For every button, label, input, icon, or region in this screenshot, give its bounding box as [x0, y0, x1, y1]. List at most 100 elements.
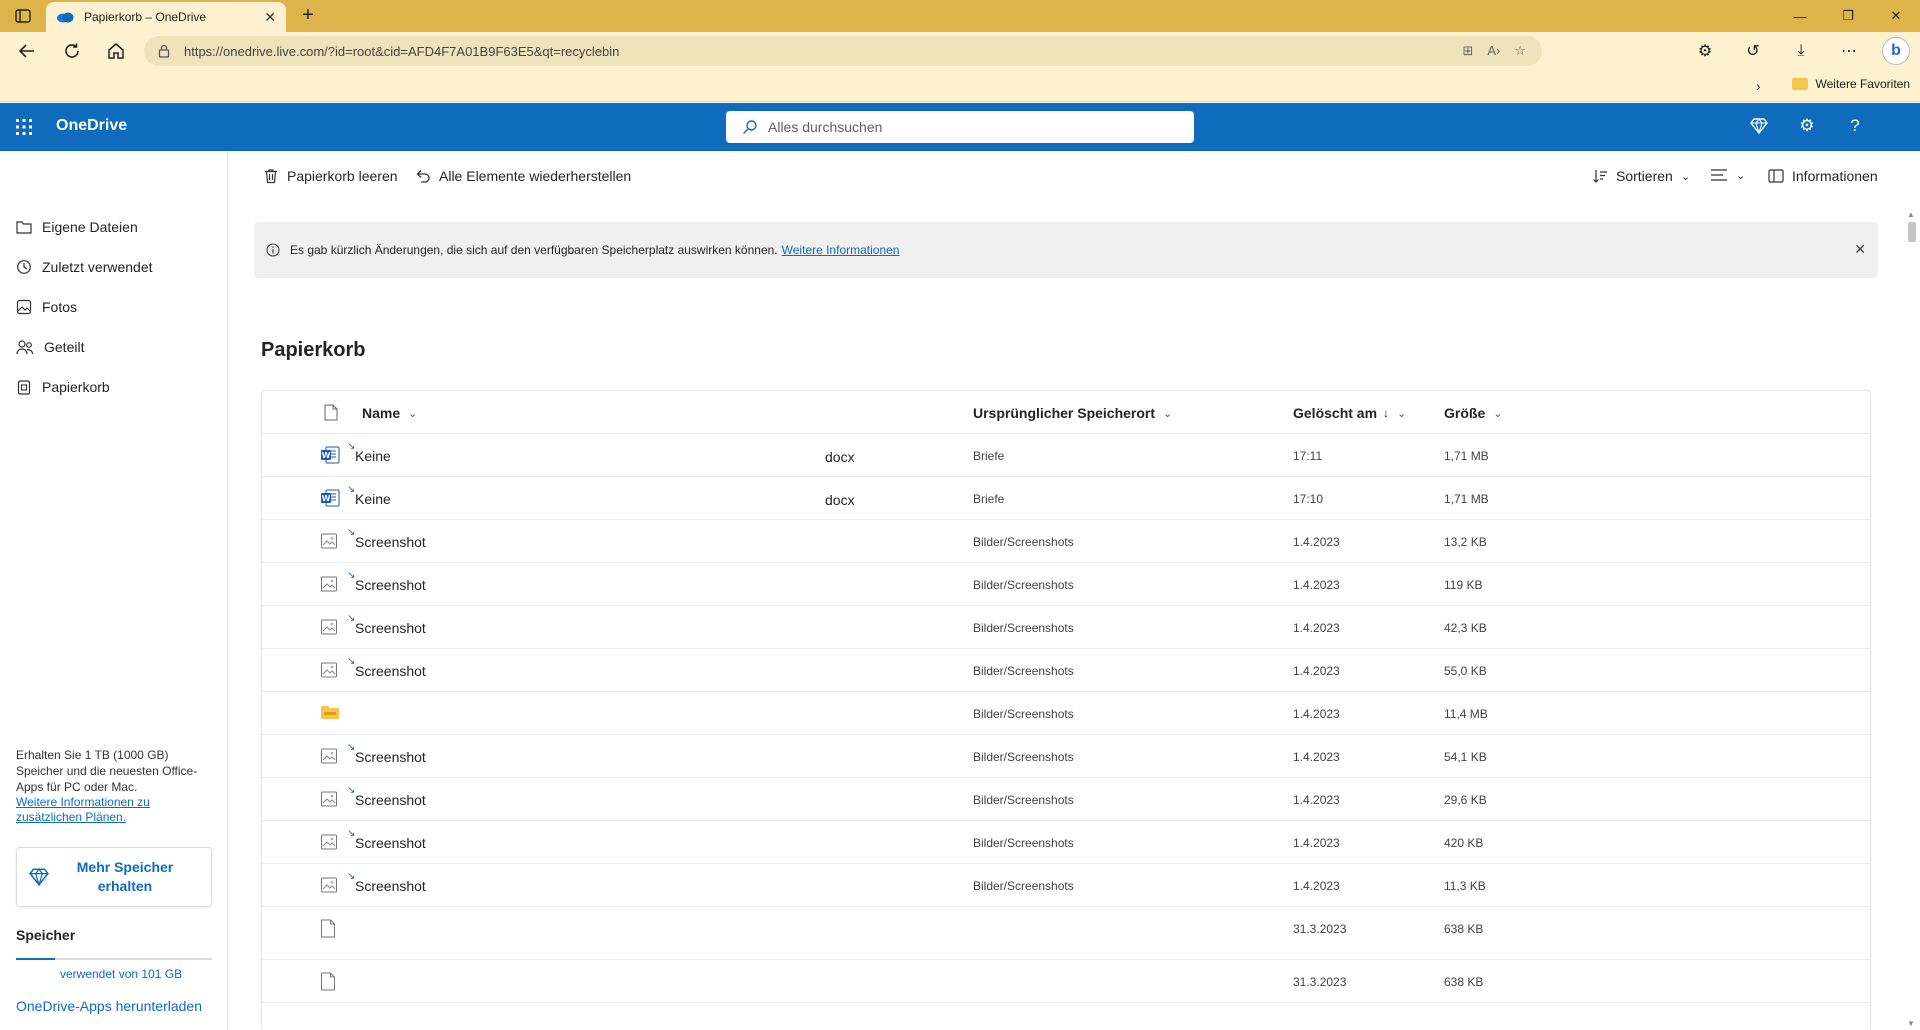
info-pane-button[interactable]: Informationen [1768, 168, 1878, 184]
file-size: 42,3 KB [1444, 621, 1487, 635]
premium-diamond-icon[interactable] [1748, 115, 1770, 137]
brand-title[interactable]: OneDrive [56, 117, 127, 135]
column-header-location[interactable]: Ursprünglicher Speicherort ⌄ [973, 405, 1172, 421]
original-location: Bilder/Screenshots [973, 879, 1074, 893]
read-aloud-icon[interactable]: A› [1487, 43, 1500, 59]
page-scrollbar[interactable]: ▲ ▼ [1906, 210, 1918, 1030]
table-row[interactable]: W ↘ Keine docx Briefe 17:10 1,71 MB [262, 477, 1870, 520]
nav-item-recycle-bin[interactable]: Papierkorb [16, 373, 110, 401]
column-header-name[interactable]: Name ⌄ [362, 405, 417, 421]
scrollbar-thumb[interactable] [1908, 222, 1916, 242]
word-document-icon: W [320, 489, 340, 507]
back-icon[interactable] [12, 37, 42, 65]
promo-link[interactable]: Weitere Informationen zu zusätzlichen Pl… [16, 795, 212, 825]
restore-icon[interactable]: ❐ [1824, 0, 1872, 32]
browser-address-row: https://onedrive.live.com/?id=root&cid=A… [0, 32, 1920, 70]
nav-item-my-files[interactable]: Eigene Dateien [16, 213, 138, 241]
search-input[interactable]: Alles durchsuchen [726, 111, 1194, 143]
restore-all-button[interactable]: Alle Elemente wiederherstellen [415, 168, 631, 184]
nav-item-recent[interactable]: Zuletzt verwendet [16, 253, 153, 281]
info-icon [266, 243, 280, 257]
bing-copilot-icon[interactable]: b [1882, 37, 1910, 65]
table-row[interactable]: ↘ Screenshot Bilder/Screenshots 1.4.2023 55,… [262, 649, 1870, 692]
image-file-icon [320, 661, 338, 679]
image-file-icon [320, 532, 338, 550]
file-size: 1,71 MB [1444, 492, 1489, 506]
download-apps-link[interactable]: OneDrive-Apps herunterladen [16, 998, 202, 1014]
minimize-icon[interactable]: — [1776, 0, 1824, 32]
scroll-down-icon[interactable]: ▼ [1907, 1019, 1915, 1028]
scroll-up-icon[interactable]: ▲ [1907, 210, 1915, 219]
file-name[interactable]: Keine [355, 448, 391, 464]
home-icon[interactable] [101, 37, 131, 65]
help-icon[interactable]: ? [1844, 115, 1866, 137]
table-row[interactable]: ↘ Screenshot Bilder/Screenshots 1.4.2023 42,… [262, 606, 1870, 649]
tab-close-icon[interactable]: ✕ [264, 9, 276, 26]
table-row[interactable]: ↘ Screenshot Bilder/Screenshots 1.4.2023 11,… [262, 864, 1870, 907]
new-tab-icon[interactable]: + [296, 5, 320, 27]
app-launcher-icon[interactable] [14, 117, 34, 137]
list-header: Name ⌄ Ursprünglicher Speicherort ⌄ Gelösc… [262, 391, 1870, 434]
file-name[interactable]: Screenshot [355, 749, 426, 765]
notification-banner: Es gab kürzlich Änderungen, die sich auf… [254, 222, 1878, 278]
table-row[interactable]: ↘ Screenshot Bilder/Screenshots 1.4.2023 13,… [262, 520, 1870, 563]
storage-usage-text[interactable]: verwendet von 101 GB [60, 967, 182, 981]
table-row[interactable]: ↘ Screenshot Bilder/Screenshots 1.4.2023 119… [262, 563, 1870, 606]
more-storage-button[interactable]: Mehr Speicher erhalten [16, 847, 212, 907]
add-favorite-icon[interactable]: ☆ [1514, 43, 1526, 59]
empty-recycle-bin-button[interactable]: Papierkorb leeren [263, 168, 398, 184]
zip-folder-icon [320, 704, 340, 720]
storage-title[interactable]: Speicher [16, 927, 75, 943]
file-name[interactable]: Screenshot [355, 663, 426, 679]
column-header-deleted[interactable]: Gelöscht am ↓ ⌄ [1293, 405, 1406, 421]
file-name[interactable]: Keine [355, 491, 391, 507]
table-row[interactable]: 31.3.2023 638 KB [262, 907, 1870, 960]
column-header-size[interactable]: Größe ⌄ [1444, 405, 1502, 421]
browser-tab-active[interactable]: Papierkorb – OneDrive ✕ [46, 2, 286, 32]
nav-item-photos[interactable]: Fotos [16, 293, 77, 321]
svg-text:W: W [322, 451, 331, 460]
file-name[interactable]: Screenshot [355, 577, 426, 593]
other-favorites-folder[interactable]: Weitere Favoriten [1791, 77, 1910, 91]
folder-icon [1791, 78, 1808, 90]
settings-gear-icon[interactable]: ⚙ [1796, 115, 1818, 137]
extensions-icon[interactable]: ⚙ [1690, 37, 1720, 65]
original-location: Bilder/Screenshots [973, 578, 1074, 592]
app-available-icon[interactable]: ⊞ [1462, 43, 1473, 59]
downloads-icon[interactable]: ⤓ [1786, 37, 1816, 65]
refresh-icon[interactable] [57, 37, 87, 65]
original-location: Bilder/Screenshots [973, 836, 1074, 850]
address-bar[interactable]: https://onedrive.live.com/?id=root&cid=A… [144, 36, 1542, 66]
history-icon[interactable]: ↺ [1738, 37, 1768, 65]
file-size: 1,71 MB [1444, 449, 1489, 463]
file-size: 638 KB [1444, 922, 1484, 936]
banner-link[interactable]: Weitere Informationen [782, 243, 900, 257]
view-options-button[interactable]: ⌄ [1710, 168, 1745, 182]
file-name[interactable]: Screenshot [355, 835, 426, 851]
table-row[interactable]: ↘ Screenshot Bilder/Screenshots 1.4.2023 54,… [262, 735, 1870, 778]
column-header-label: Name [362, 405, 401, 421]
file-name[interactable]: Screenshot [355, 792, 426, 808]
table-row[interactable]: ↘ Screenshot Bilder/Screenshots 1.4.2023 420… [262, 821, 1870, 864]
tab-actions-icon[interactable] [12, 6, 34, 26]
file-name[interactable]: Screenshot [355, 534, 426, 550]
sort-button[interactable]: Sortieren ⌄ [1592, 168, 1690, 184]
chevron-right-icon[interactable]: › [1756, 78, 1761, 94]
table-row[interactable]: Bilder/Screenshots 1.4.2023 11,4 MB [262, 692, 1870, 735]
close-icon[interactable]: ✕ [1854, 241, 1866, 258]
file-type-header-icon[interactable] [324, 404, 338, 421]
file-name[interactable]: Screenshot [355, 620, 426, 636]
favorites-folder-label: Weitere Favoriten [1815, 77, 1910, 91]
more-menu-icon[interactable]: ⋯ [1834, 37, 1864, 65]
table-row[interactable]: 31.3.2023 638 KB [262, 960, 1870, 1003]
url-text[interactable]: https://onedrive.live.com/?id=root&cid=A… [184, 44, 1462, 59]
lock-icon[interactable] [158, 44, 170, 58]
photos-icon [16, 299, 32, 315]
chevron-down-icon: ⌄ [1680, 170, 1691, 183]
file-name[interactable]: Screenshot [355, 878, 426, 894]
nav-item-shared[interactable]: Geteilt [16, 333, 84, 361]
search-icon [742, 119, 758, 135]
close-window-icon[interactable]: ✕ [1872, 0, 1920, 32]
table-row[interactable]: ↘ Screenshot Bilder/Screenshots 1.4.2023 29,… [262, 778, 1870, 821]
table-row[interactable]: W ↘ Keine docx Briefe 17:11 1,71 MB [262, 434, 1870, 477]
